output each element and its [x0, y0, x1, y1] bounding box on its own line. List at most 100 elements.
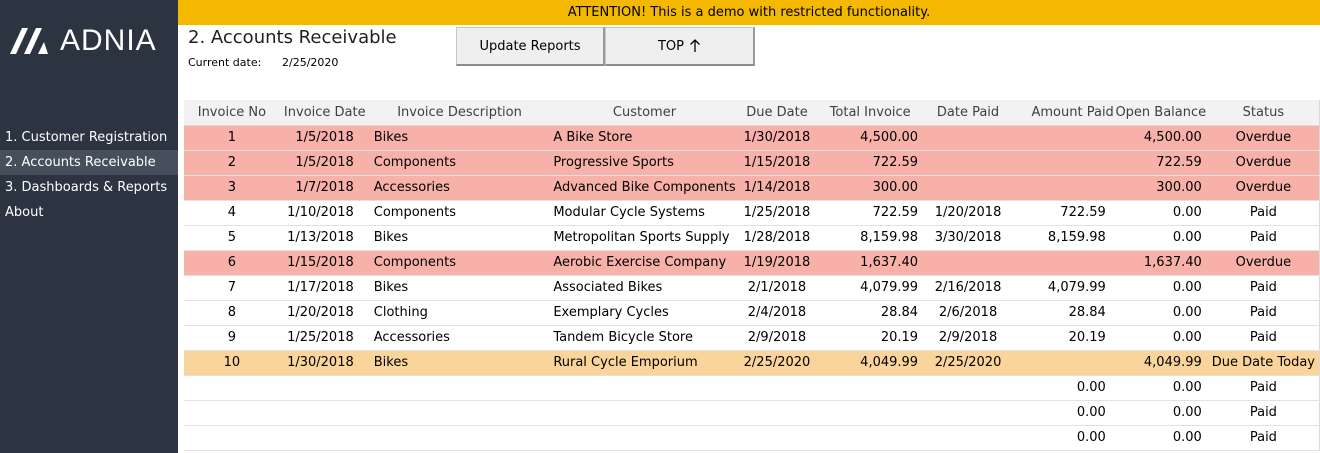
update-reports-button[interactable]: Update Reports: [456, 27, 605, 66]
cell-status[interactable]: Paid: [1207, 400, 1320, 426]
cell-due-date[interactable]: [739, 375, 815, 401]
cell-status[interactable]: Paid: [1207, 225, 1320, 251]
table-row[interactable]: 9 1/25/2018 Accessories Tandem Bicycle Stor…: [184, 325, 1320, 351]
cell-total-invoice[interactable]: 1,637.40: [814, 250, 927, 276]
cell-invoice-no[interactable]: 1: [184, 125, 280, 151]
table-row[interactable]: 6 1/15/2018 Components Aerobic Exercise Com…: [184, 250, 1320, 276]
cell-open-balance[interactable]: 0.00: [1113, 200, 1208, 226]
cell-invoice-description[interactable]: Accessories: [369, 325, 550, 351]
cell-total-invoice[interactable]: 4,500.00: [814, 125, 927, 151]
cell-open-balance[interactable]: 0.00: [1113, 375, 1208, 401]
header-date-paid[interactable]: Date Paid: [926, 100, 1010, 126]
table-row[interactable]: 4 1/10/2018 Components Modular Cycle System…: [184, 200, 1320, 226]
cell-amount-paid[interactable]: 8,159.98: [1009, 225, 1114, 251]
cell-date-paid[interactable]: [926, 425, 1010, 451]
cell-total-invoice[interactable]: 722.59: [814, 200, 927, 226]
cell-open-balance[interactable]: 0.00: [1113, 400, 1208, 426]
cell-total-invoice[interactable]: [814, 425, 927, 451]
cell-due-date[interactable]: 2/4/2018: [739, 300, 815, 326]
table-row[interactable]: 7 1/17/2018 Bikes Associated Bikes 2/1/2018 4…: [184, 275, 1320, 301]
cell-date-paid[interactable]: 2/25/2020: [926, 350, 1010, 376]
cell-amount-paid[interactable]: 0.00: [1009, 375, 1114, 401]
cell-invoice-date[interactable]: 1/7/2018: [279, 175, 370, 201]
cell-status[interactable]: Overdue: [1207, 125, 1320, 151]
cell-invoice-no[interactable]: 4: [184, 200, 280, 226]
cell-status[interactable]: Due Date Today: [1207, 350, 1320, 376]
cell-customer[interactable]: Progressive Sports: [549, 150, 740, 176]
cell-due-date[interactable]: [739, 425, 815, 451]
cell-customer[interactable]: [549, 425, 740, 451]
cell-amount-paid[interactable]: 28.84: [1009, 300, 1114, 326]
cell-invoice-description[interactable]: Components: [369, 150, 550, 176]
header-invoice-description[interactable]: Invoice Description: [369, 100, 550, 126]
cell-invoice-date[interactable]: 1/25/2018: [279, 325, 370, 351]
cell-customer[interactable]: Exemplary Cycles: [549, 300, 740, 326]
cell-invoice-no[interactable]: 3: [184, 175, 280, 201]
cell-invoice-description[interactable]: Components: [369, 250, 550, 276]
header-due-date[interactable]: Due Date: [739, 100, 815, 126]
cell-date-paid[interactable]: [926, 175, 1010, 201]
cell-invoice-no[interactable]: [184, 400, 280, 426]
cell-invoice-date[interactable]: 1/5/2018: [279, 150, 370, 176]
header-open-balance[interactable]: Open Balance: [1113, 100, 1208, 126]
cell-amount-paid[interactable]: [1009, 150, 1114, 176]
cell-due-date[interactable]: 1/15/2018: [739, 150, 815, 176]
table-row[interactable]: 0.00 0.00 Paid: [184, 425, 1320, 451]
cell-customer[interactable]: Aerobic Exercise Company: [549, 250, 740, 276]
cell-customer[interactable]: Advanced Bike Components: [549, 175, 740, 201]
cell-open-balance[interactable]: 0.00: [1113, 325, 1208, 351]
cell-date-paid[interactable]: [926, 375, 1010, 401]
cell-status[interactable]: Paid: [1207, 300, 1320, 326]
cell-total-invoice[interactable]: 722.59: [814, 150, 927, 176]
cell-invoice-no[interactable]: 6: [184, 250, 280, 276]
cell-invoice-date[interactable]: 1/13/2018: [279, 225, 370, 251]
cell-invoice-date[interactable]: 1/5/2018: [279, 125, 370, 151]
table-row[interactable]: 2 1/5/2018 Components Progressive Sports 1/1…: [184, 150, 1320, 176]
cell-invoice-description[interactable]: Bikes: [369, 225, 550, 251]
cell-open-balance[interactable]: 0.00: [1113, 275, 1208, 301]
cell-invoice-no[interactable]: [184, 375, 280, 401]
cell-total-invoice[interactable]: 28.84: [814, 300, 927, 326]
cell-status[interactable]: Overdue: [1207, 250, 1320, 276]
table-row[interactable]: 10 1/30/2018 Bikes Rural Cycle Emporium 2/25…: [184, 350, 1320, 376]
cell-due-date[interactable]: 2/9/2018: [739, 325, 815, 351]
cell-invoice-no[interactable]: 2: [184, 150, 280, 176]
sidebar-item-customer-registration[interactable]: 1. Customer Registration: [0, 125, 178, 150]
cell-date-paid[interactable]: 3/30/2018: [926, 225, 1010, 251]
cell-invoice-no[interactable]: [184, 425, 280, 451]
cell-amount-paid[interactable]: [1009, 175, 1114, 201]
cell-due-date[interactable]: 2/1/2018: [739, 275, 815, 301]
cell-invoice-description[interactable]: [369, 425, 550, 451]
cell-invoice-no[interactable]: 10: [184, 350, 280, 376]
cell-due-date[interactable]: 1/19/2018: [739, 250, 815, 276]
cell-open-balance[interactable]: 300.00: [1113, 175, 1208, 201]
cell-date-paid[interactable]: 2/9/2018: [926, 325, 1010, 351]
cell-invoice-no[interactable]: 7: [184, 275, 280, 301]
table-row[interactable]: 0.00 0.00 Paid: [184, 400, 1320, 426]
cell-invoice-date[interactable]: [279, 425, 370, 451]
cell-due-date[interactable]: 1/14/2018: [739, 175, 815, 201]
cell-date-paid[interactable]: [926, 400, 1010, 426]
sidebar-item-accounts-receivable[interactable]: 2. Accounts Receivable: [0, 150, 178, 175]
cell-total-invoice[interactable]: 4,079.99: [814, 275, 927, 301]
cell-customer[interactable]: Tandem Bicycle Store: [549, 325, 740, 351]
table-row[interactable]: 3 1/7/2018 Accessories Advanced Bike Compon…: [184, 175, 1320, 201]
cell-invoice-description[interactable]: [369, 375, 550, 401]
cell-invoice-date[interactable]: 1/10/2018: [279, 200, 370, 226]
cell-amount-paid[interactable]: 722.59: [1009, 200, 1114, 226]
cell-total-invoice[interactable]: 8,159.98: [814, 225, 927, 251]
cell-invoice-description[interactable]: Bikes: [369, 350, 550, 376]
cell-status[interactable]: Paid: [1207, 200, 1320, 226]
cell-invoice-no[interactable]: 8: [184, 300, 280, 326]
cell-customer[interactable]: Metropolitan Sports Supply: [549, 225, 740, 251]
cell-total-invoice[interactable]: [814, 375, 927, 401]
cell-open-balance[interactable]: 1,637.40: [1113, 250, 1208, 276]
cell-total-invoice[interactable]: [814, 400, 927, 426]
header-invoice-no[interactable]: Invoice No: [184, 100, 280, 126]
cell-status[interactable]: Overdue: [1207, 175, 1320, 201]
cell-customer[interactable]: Modular Cycle Systems: [549, 200, 740, 226]
cell-invoice-description[interactable]: Bikes: [369, 275, 550, 301]
cell-invoice-description[interactable]: Components: [369, 200, 550, 226]
cell-customer[interactable]: [549, 375, 740, 401]
cell-date-paid[interactable]: 2/16/2018: [926, 275, 1010, 301]
